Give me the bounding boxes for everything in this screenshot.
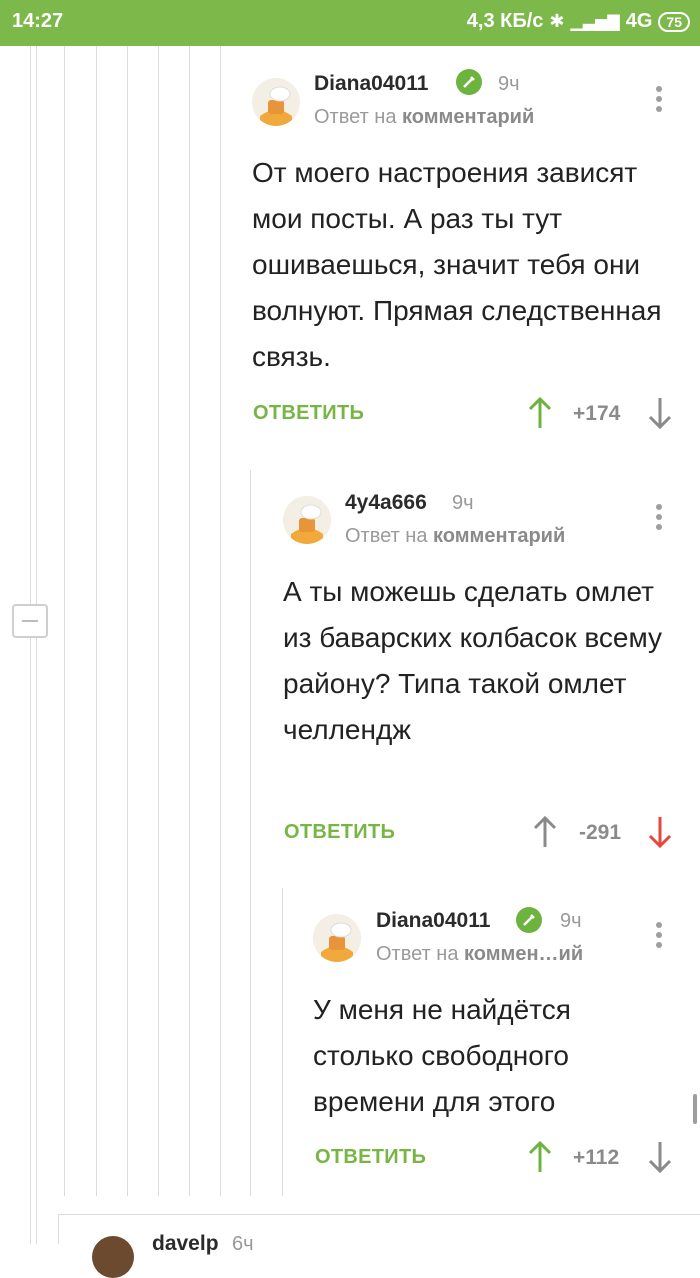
comment-time: 9ч — [498, 73, 520, 95]
bluetooth-icon: ✱ — [549, 11, 565, 31]
upvote-icon[interactable] — [526, 1140, 554, 1174]
reply-button[interactable]: ОТВЕТИТЬ — [253, 402, 364, 425]
rating-value: +174 — [573, 402, 621, 425]
reply-button[interactable]: ОТВЕТИТЬ — [284, 821, 395, 844]
comment-time: 9ч — [452, 492, 474, 514]
more-options-icon[interactable] — [655, 86, 663, 116]
comment-time: 6ч — [232, 1233, 254, 1255]
reply-to-prefix: Ответ на — [314, 106, 397, 128]
thread-line — [64, 46, 65, 1196]
status-time: 14:27 — [12, 10, 64, 32]
reply-to-line: Ответ на коммен…ий — [376, 943, 583, 966]
more-options-icon[interactable] — [655, 922, 663, 952]
scrollbar[interactable] — [693, 1094, 697, 1124]
thread-line — [250, 470, 251, 1196]
avatar[interactable] — [252, 78, 300, 126]
status-bar: 14:27 4,3 КБ/с ✱ ▁▃▅▇ 4G 75 — [0, 0, 700, 46]
comment-text: А ты можешь сделать омлет из баварских к… — [283, 576, 663, 745]
chef-avatar-icon — [252, 78, 300, 126]
thread-line — [220, 46, 221, 1196]
comment-text: От моего настроения зависят мои посты. А… — [252, 157, 662, 372]
comment-username[interactable]: Diana04011 — [314, 72, 428, 96]
collapse-thread-button[interactable] — [12, 604, 48, 638]
signal-icon: ▁▃▅▇ — [570, 13, 620, 31]
avatar[interactable] — [313, 914, 361, 962]
more-options-icon[interactable] — [655, 504, 663, 534]
downvote-icon[interactable] — [646, 815, 674, 849]
thread-line — [36, 46, 37, 1244]
chef-avatar-icon — [313, 914, 361, 962]
comment-text: У меня не найдётся столько свободного вр… — [313, 994, 571, 1117]
reply-to-prefix: Ответ на — [345, 525, 428, 547]
reply-to-link[interactable]: комментарий — [433, 525, 565, 547]
thread-line — [58, 1214, 59, 1244]
avatar[interactable] — [92, 1236, 134, 1278]
reply-button[interactable]: ОТВЕТИТЬ — [315, 1146, 426, 1169]
verified-icon — [456, 69, 482, 95]
chef-avatar-icon — [283, 496, 331, 544]
comment-username[interactable]: davelp — [152, 1232, 219, 1256]
verified-icon — [516, 907, 542, 933]
battery-icon: 75 — [658, 11, 690, 32]
rating-value: -291 — [579, 821, 622, 844]
thread-line — [127, 46, 128, 1196]
reply-to-link[interactable]: комментарий — [402, 106, 534, 128]
downvote-icon[interactable] — [646, 1140, 674, 1174]
reply-to-line: Ответ на комментарий — [314, 106, 534, 129]
avatar[interactable] — [283, 496, 331, 544]
thread-line — [282, 888, 283, 1196]
comment-username[interactable]: 4y4a666 — [345, 491, 427, 515]
thread-line — [96, 46, 97, 1196]
rating-value: +112 — [573, 1146, 620, 1169]
status-indicators: 4,3 КБ/с ✱ ▁▃▅▇ 4G 75 — [467, 10, 690, 33]
thread-line — [30, 46, 31, 1244]
downvote-icon[interactable] — [646, 396, 674, 430]
comment-username[interactable]: Diana04011 — [376, 909, 490, 933]
thread-divider — [58, 1214, 700, 1215]
comment-time: 9ч — [560, 910, 582, 932]
thread-line — [158, 46, 159, 1196]
network-type: 4G — [625, 10, 653, 32]
thread-line — [189, 46, 190, 1196]
reply-to-prefix: Ответ на — [376, 943, 459, 965]
reply-to-line: Ответ на комментарий — [345, 525, 565, 548]
upvote-icon[interactable] — [531, 815, 559, 849]
reply-to-link[interactable]: коммен…ий — [464, 943, 583, 965]
network-speed: 4,3 КБ/с — [466, 10, 544, 32]
upvote-icon[interactable] — [526, 396, 554, 430]
